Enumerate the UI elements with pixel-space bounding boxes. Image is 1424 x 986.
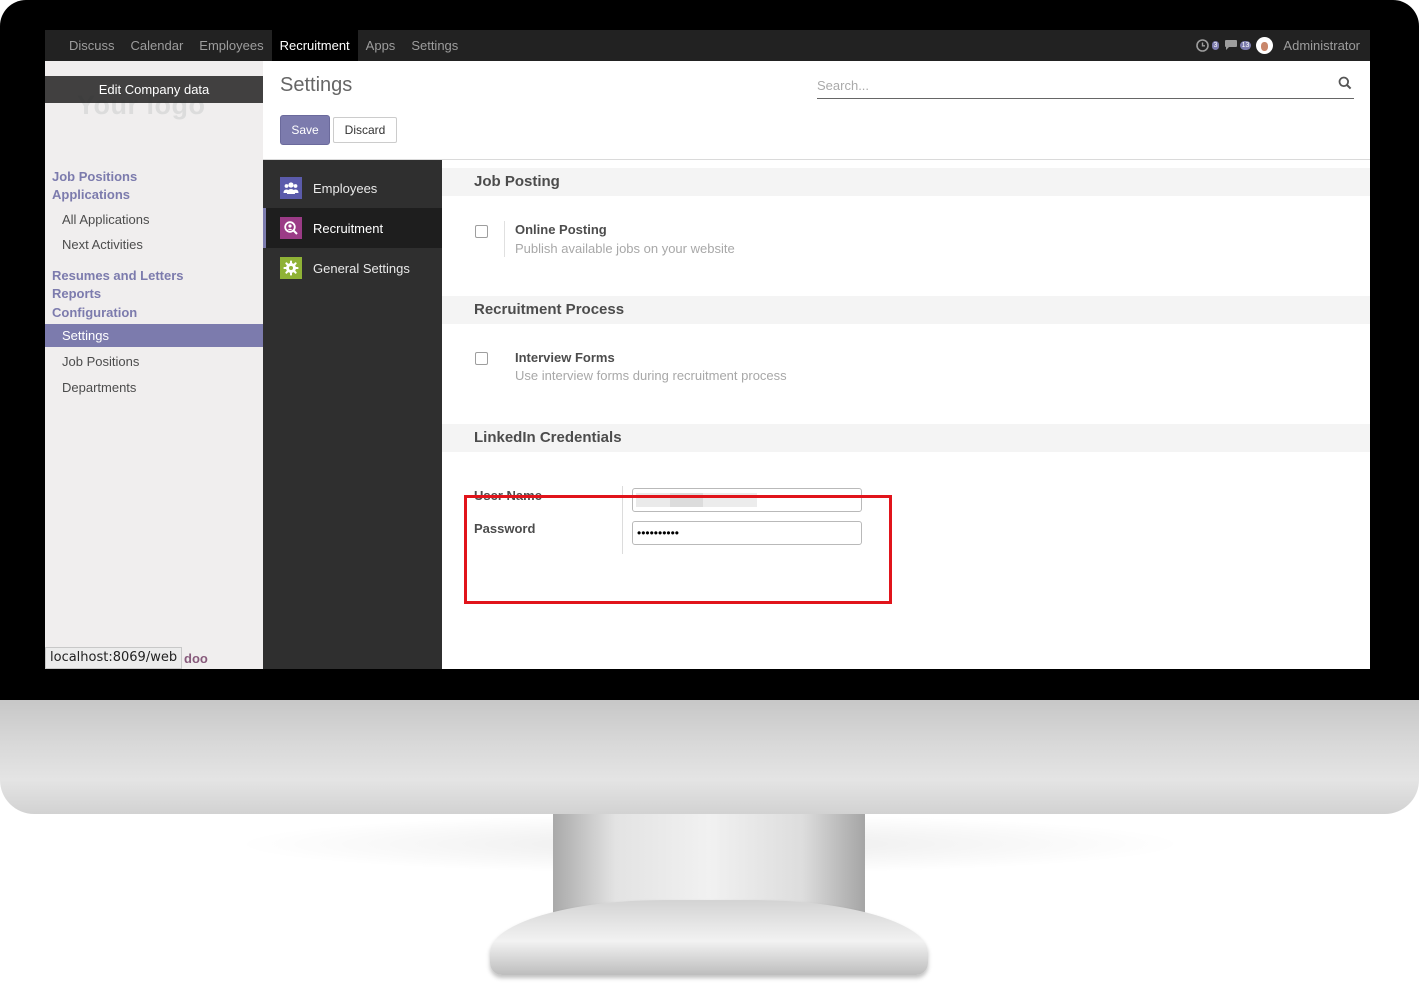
section-linkedin-credentials: LinkedIn Credentials bbox=[442, 424, 1370, 452]
company-logo[interactable]: Your logo Edit Company data bbox=[45, 76, 263, 121]
online-posting-description: Publish available jobs on your website bbox=[515, 241, 735, 256]
settings-app-recruitment-label: Recruitment bbox=[313, 220, 384, 236]
setting-divider bbox=[504, 221, 505, 257]
nav-apps[interactable]: Apps bbox=[358, 30, 404, 61]
top-navbar: Discuss Calendar Employees Recruitment A… bbox=[45, 30, 1370, 61]
screen: Discuss Calendar Employees Recruitment A… bbox=[45, 30, 1370, 669]
nav-employees[interactable]: Employees bbox=[191, 30, 271, 61]
systray: 3 13 Administrator bbox=[1196, 30, 1360, 61]
nav-recruitment[interactable]: Recruitment bbox=[271, 30, 358, 61]
online-posting-title: Online Posting bbox=[515, 222, 607, 237]
menu-reports[interactable]: Reports bbox=[52, 286, 101, 301]
interview-forms-description: Use interview forms during recruitment p… bbox=[515, 368, 787, 383]
menu-config-job-positions[interactable]: Job Positions bbox=[62, 354, 139, 369]
menu-departments[interactable]: Departments bbox=[62, 380, 136, 395]
monitor-stand-base bbox=[490, 900, 928, 975]
menu-resumes-letters[interactable]: Resumes and Letters bbox=[52, 268, 184, 283]
menu-applications[interactable]: Applications bbox=[52, 187, 130, 202]
section-job-posting: Job Posting bbox=[442, 168, 1370, 196]
nav-settings[interactable]: Settings bbox=[403, 30, 466, 61]
menu-next-activities[interactable]: Next Activities bbox=[62, 237, 143, 252]
search-bar bbox=[817, 74, 1354, 99]
activity-count-badge: 3 bbox=[1211, 40, 1220, 50]
settings-app-general[interactable]: General Settings bbox=[263, 248, 442, 288]
menu-all-applications[interactable]: All Applications bbox=[62, 212, 149, 227]
recruitment-icon bbox=[280, 217, 302, 239]
settings-content: Job Posting Online Posting Publish avail… bbox=[442, 160, 1370, 669]
message-count-badge: 13 bbox=[1239, 40, 1252, 50]
monitor-chin bbox=[0, 700, 1419, 814]
settings-app-recruitment[interactable]: Recruitment bbox=[263, 208, 442, 248]
save-button[interactable]: Save bbox=[280, 115, 330, 145]
section-recruitment-process: Recruitment Process bbox=[442, 296, 1370, 324]
edit-company-button[interactable]: Edit Company data bbox=[45, 76, 263, 103]
search-input[interactable] bbox=[817, 74, 1317, 96]
nav-calendar[interactable]: Calendar bbox=[123, 30, 192, 61]
gear-icon bbox=[280, 257, 302, 279]
settings-app-employees-label: Employees bbox=[313, 180, 378, 196]
left-sidebar: Your logo Edit Company data Job Position… bbox=[45, 61, 263, 669]
activity-clock-icon[interactable]: 3 bbox=[1196, 38, 1220, 53]
messages-icon[interactable]: 13 bbox=[1224, 39, 1252, 53]
interview-forms-checkbox[interactable] bbox=[475, 352, 488, 365]
nav-discuss[interactable]: Discuss bbox=[61, 30, 123, 61]
menu-settings[interactable]: Settings bbox=[45, 324, 263, 347]
credentials-highlight-box bbox=[464, 495, 892, 604]
menu-configuration[interactable]: Configuration bbox=[52, 305, 137, 320]
employees-icon bbox=[280, 177, 302, 199]
interview-forms-title: Interview Forms bbox=[515, 350, 615, 365]
app-menu: Discuss Calendar Employees Recruitment A… bbox=[61, 30, 466, 61]
discard-button[interactable]: Discard bbox=[333, 117, 397, 143]
powered-by-odoo: doo bbox=[184, 651, 208, 666]
menu-job-positions[interactable]: Job Positions bbox=[52, 169, 137, 184]
user-avatar[interactable] bbox=[1256, 37, 1274, 54]
online-posting-checkbox[interactable] bbox=[475, 225, 488, 238]
settings-app-general-label: General Settings bbox=[313, 260, 410, 276]
user-menu[interactable]: Administrator bbox=[1283, 38, 1360, 53]
search-icon[interactable] bbox=[1338, 76, 1352, 90]
page-title: Settings bbox=[280, 74, 353, 96]
status-url-tooltip: localhost:8069/web bbox=[45, 647, 183, 669]
settings-app-employees[interactable]: Employees bbox=[263, 168, 442, 208]
settings-apps-panel: Employees Recruitment General Settings bbox=[263, 160, 442, 669]
